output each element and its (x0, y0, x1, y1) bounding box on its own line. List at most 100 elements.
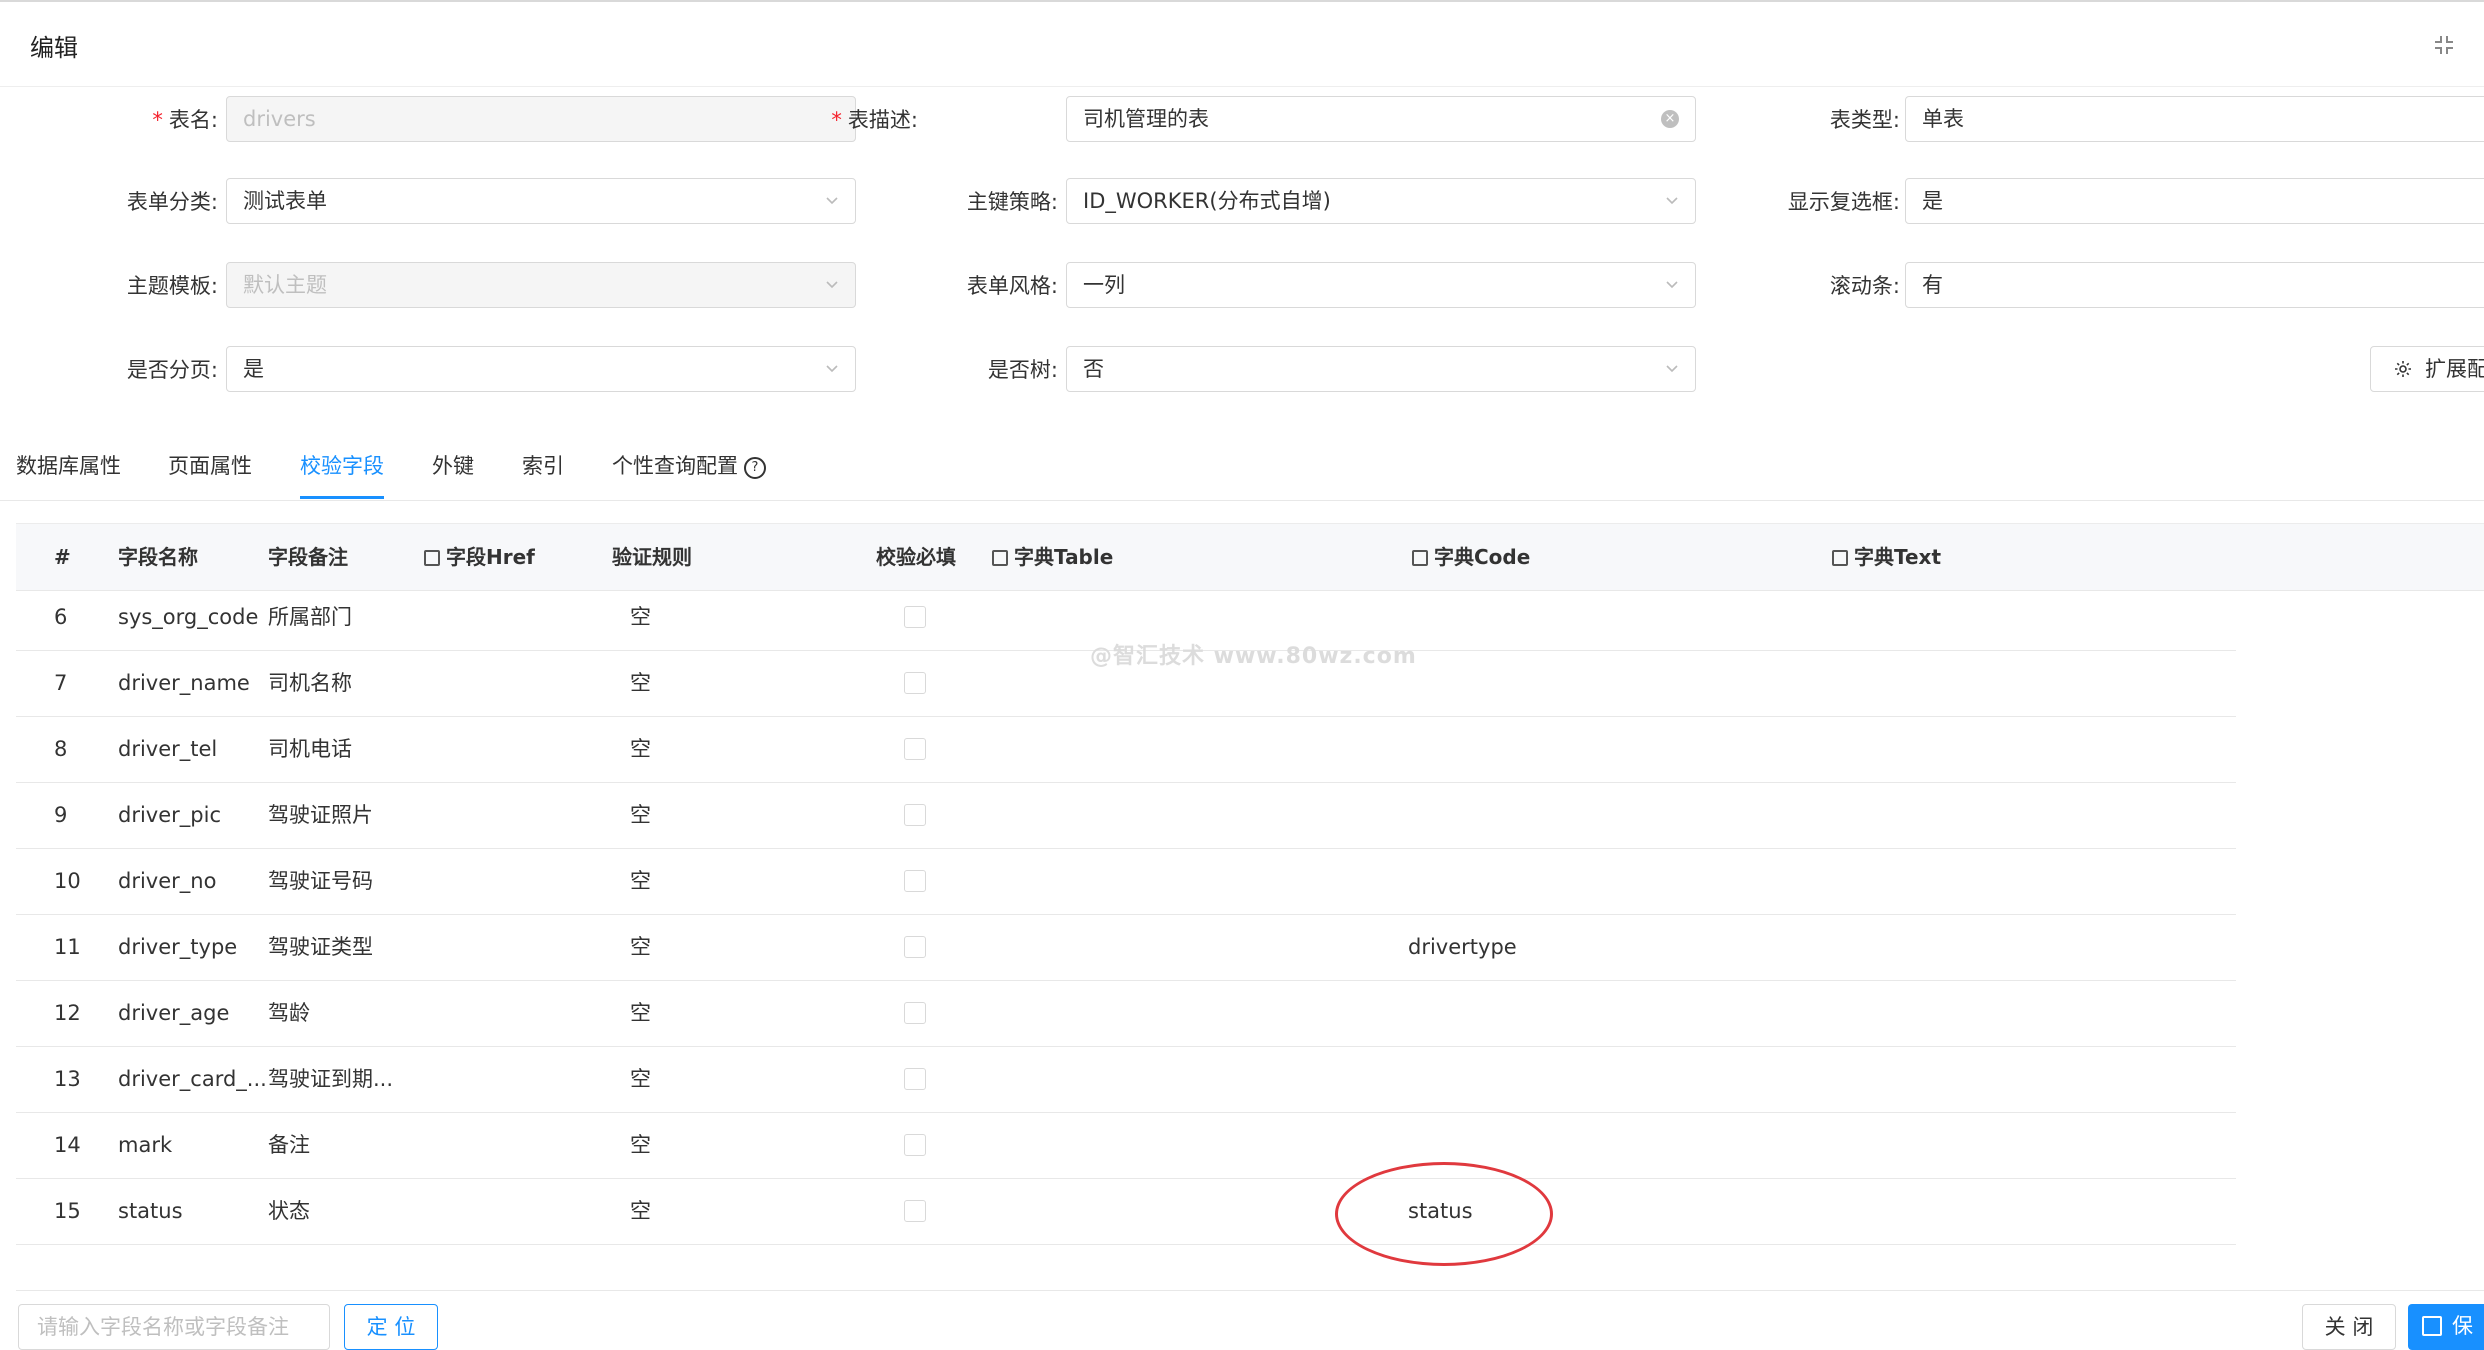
field-search-input[interactable]: 请输入字段名称或字段备注 (18, 1304, 330, 1350)
cell-field-name: status (118, 1199, 183, 1223)
dialog-header: 编辑 (0, 2, 2484, 87)
edit-icon (992, 550, 1008, 566)
cell-validate-rule[interactable]: 空 (630, 1112, 651, 1178)
cell-validate-rule[interactable]: 空 (630, 914, 651, 980)
cell-index: 11 (54, 935, 81, 959)
show-checkbox-select[interactable]: 是 (1905, 178, 2484, 224)
required-checkbox[interactable] (904, 936, 926, 958)
cell-index: 13 (54, 1067, 81, 1091)
table-type-select[interactable]: 单表 (1905, 96, 2484, 142)
table-name-input[interactable]: drivers (226, 96, 856, 142)
cell-validate-rule[interactable]: 空 (630, 980, 651, 1046)
dialog-title: 编辑 (30, 34, 78, 62)
required-checkbox[interactable] (904, 606, 926, 628)
theme-template-label: 主题模板: (126, 274, 218, 298)
extend-config-button[interactable]: 扩展配 (2370, 346, 2484, 392)
table-row[interactable]: 12 driver_age 驾龄 空 (16, 980, 2236, 1047)
cell-validate-rule[interactable]: 空 (630, 650, 651, 716)
col-field-href: 字段Href (424, 524, 535, 590)
save-button[interactable]: 保 (2408, 1304, 2484, 1350)
form-item-is-tree: 是否树: 否 (860, 346, 1700, 394)
cell-field-name: driver_tel (118, 737, 218, 761)
scrollbar-select[interactable]: 有 (1905, 262, 2484, 308)
pk-strategy-select[interactable]: ID_WORKER(分布式自增) (1066, 178, 1696, 224)
locate-button[interactable]: 定 位 (344, 1304, 438, 1350)
table-header: # 字段名称 字段备注 字段Href 验证规则 校验必填 字典Table 字典C… (16, 523, 2484, 591)
cell-field-remark: 所属部门 (268, 605, 352, 629)
col-required: 校验必填 (876, 545, 956, 569)
cell-field-remark: 司机名称 (268, 671, 352, 695)
cell-index: 12 (54, 1001, 81, 1025)
edit-icon (1832, 550, 1848, 566)
tab-index[interactable]: 索引 (522, 450, 564, 498)
required-checkbox[interactable] (904, 870, 926, 892)
table-row[interactable]: 9 driver_pic 驾驶证照片 空 (16, 782, 2236, 849)
required-checkbox[interactable] (904, 672, 926, 694)
table-name-label: * 表名: (152, 108, 218, 132)
required-checkbox[interactable] (904, 1002, 926, 1024)
required-checkbox[interactable] (904, 804, 926, 826)
show-checkbox-label: 显示复选框: (1787, 190, 1900, 214)
table-desc-input[interactable]: 司机管理的表 × (1066, 96, 1696, 142)
col-dict-text: 字典Text (1832, 524, 1941, 590)
table-row[interactable]: 10 driver_no 驾驶证号码 空 (16, 848, 2236, 915)
col-index: # (54, 545, 71, 569)
tab-custom-query[interactable]: 个性查询配置? (612, 450, 766, 498)
chevron-down-icon (826, 281, 838, 289)
footer-divider (16, 1290, 2484, 1291)
cell-validate-rule[interactable]: 空 (630, 848, 651, 914)
paging-select[interactable]: 是 (226, 346, 856, 392)
cell-index: 9 (54, 803, 68, 827)
theme-template-select[interactable]: 默认主题 (226, 262, 856, 308)
save-icon (2422, 1316, 2442, 1336)
help-icon[interactable]: ? (744, 457, 766, 479)
close-button[interactable]: 关 闭 (2302, 1304, 2396, 1350)
tab-validation-fields[interactable]: 校验字段 (300, 450, 384, 499)
cell-validate-rule[interactable]: 空 (630, 1178, 651, 1244)
cell-field-remark: 司机电话 (268, 737, 352, 761)
form-item-show-checkbox: 显示复选框: 是 (1700, 178, 2484, 226)
tab-foreign-keys[interactable]: 外键 (432, 450, 474, 498)
is-tree-label: 是否树: (987, 358, 1058, 382)
required-checkbox[interactable] (904, 1134, 926, 1156)
chevron-down-icon (1666, 197, 1678, 205)
clear-icon[interactable]: × (1661, 110, 1679, 128)
cell-index: 8 (54, 737, 68, 761)
chevron-down-icon (1666, 365, 1678, 373)
form-style-select[interactable]: 一列 (1066, 262, 1696, 308)
fullscreen-exit-icon[interactable] (2432, 33, 2456, 57)
cell-field-name: driver_age (118, 1001, 230, 1025)
col-validate-rule: 验证规则 (612, 545, 692, 569)
pk-strategy-label: 主键策略: (966, 190, 1058, 214)
cell-validate-rule[interactable]: 空 (630, 584, 651, 650)
table-row[interactable]: 11 driver_type 驾驶证类型 空 drivertype (16, 914, 2236, 981)
tab-db-attributes[interactable]: 数据库属性 (16, 450, 121, 498)
annotation-circle (1335, 1162, 1553, 1266)
cell-validate-rule[interactable]: 空 (630, 782, 651, 848)
paging-label: 是否分页: (126, 358, 218, 382)
form-style-label: 表单风格: (966, 274, 1058, 298)
is-tree-select[interactable]: 否 (1066, 346, 1696, 392)
watermark: @智汇技术 www.80wz.com (1090, 644, 1417, 669)
table-row[interactable]: 14 mark 备注 空 (16, 1112, 2236, 1179)
cell-index: 10 (54, 869, 81, 893)
table-desc-value: 司机管理的表 (1083, 107, 1209, 131)
cell-field-remark: 驾龄 (268, 1001, 310, 1025)
required-checkbox[interactable] (904, 738, 926, 760)
cell-field-name: driver_pic (118, 803, 221, 827)
cell-field-name: sys_org_code (118, 605, 259, 629)
edit-icon (1412, 550, 1428, 566)
table-row[interactable]: 8 driver_tel 司机电话 空 (16, 716, 2236, 783)
form-category-select[interactable]: 测试表单 (226, 178, 856, 224)
cell-validate-rule[interactable]: 空 (630, 716, 651, 782)
required-checkbox[interactable] (904, 1200, 926, 1222)
required-checkbox[interactable] (904, 1068, 926, 1090)
col-field-remark: 字段备注 (268, 545, 348, 569)
tab-page-attributes[interactable]: 页面属性 (168, 450, 252, 498)
cell-validate-rule[interactable]: 空 (630, 1046, 651, 1112)
table-row[interactable]: 15 status 状态 空 status (16, 1178, 2236, 1245)
cell-dict-code[interactable]: drivertype (1408, 914, 1517, 980)
chevron-down-icon (826, 197, 838, 205)
cell-field-name: driver_type (118, 935, 238, 959)
table-row[interactable]: 13 driver_card_... 驾驶证到期... 空 (16, 1046, 2236, 1113)
